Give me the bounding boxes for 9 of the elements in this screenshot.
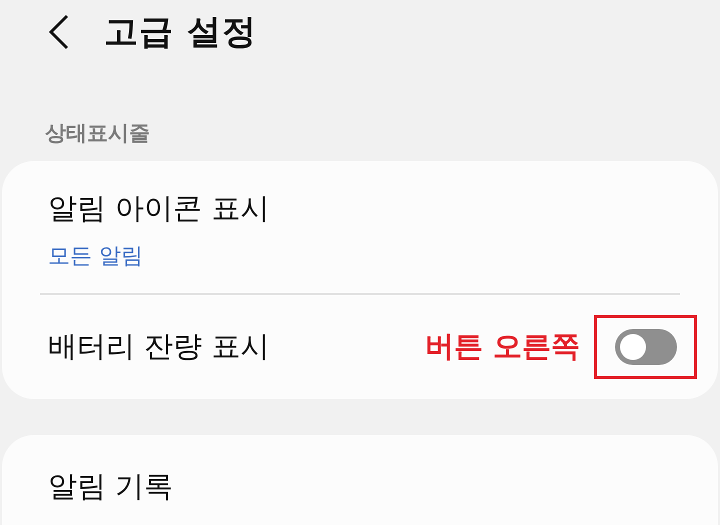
page-title: 고급 설정 xyxy=(104,11,257,54)
section-label: 상태표시줄 xyxy=(44,120,151,147)
setting-title[interactable]: 알림 아이콘 표시 xyxy=(48,189,672,229)
annotation-text: 버튼 오른쪽 xyxy=(424,328,580,365)
toggle-switch[interactable] xyxy=(614,329,676,365)
setting-title[interactable]: 배터리 잔량 표시 xyxy=(48,327,270,367)
back-icon[interactable] xyxy=(48,14,70,50)
setting-title[interactable]: 알림 기록 xyxy=(48,467,174,507)
setting-value: 모든 알림 xyxy=(48,243,144,271)
